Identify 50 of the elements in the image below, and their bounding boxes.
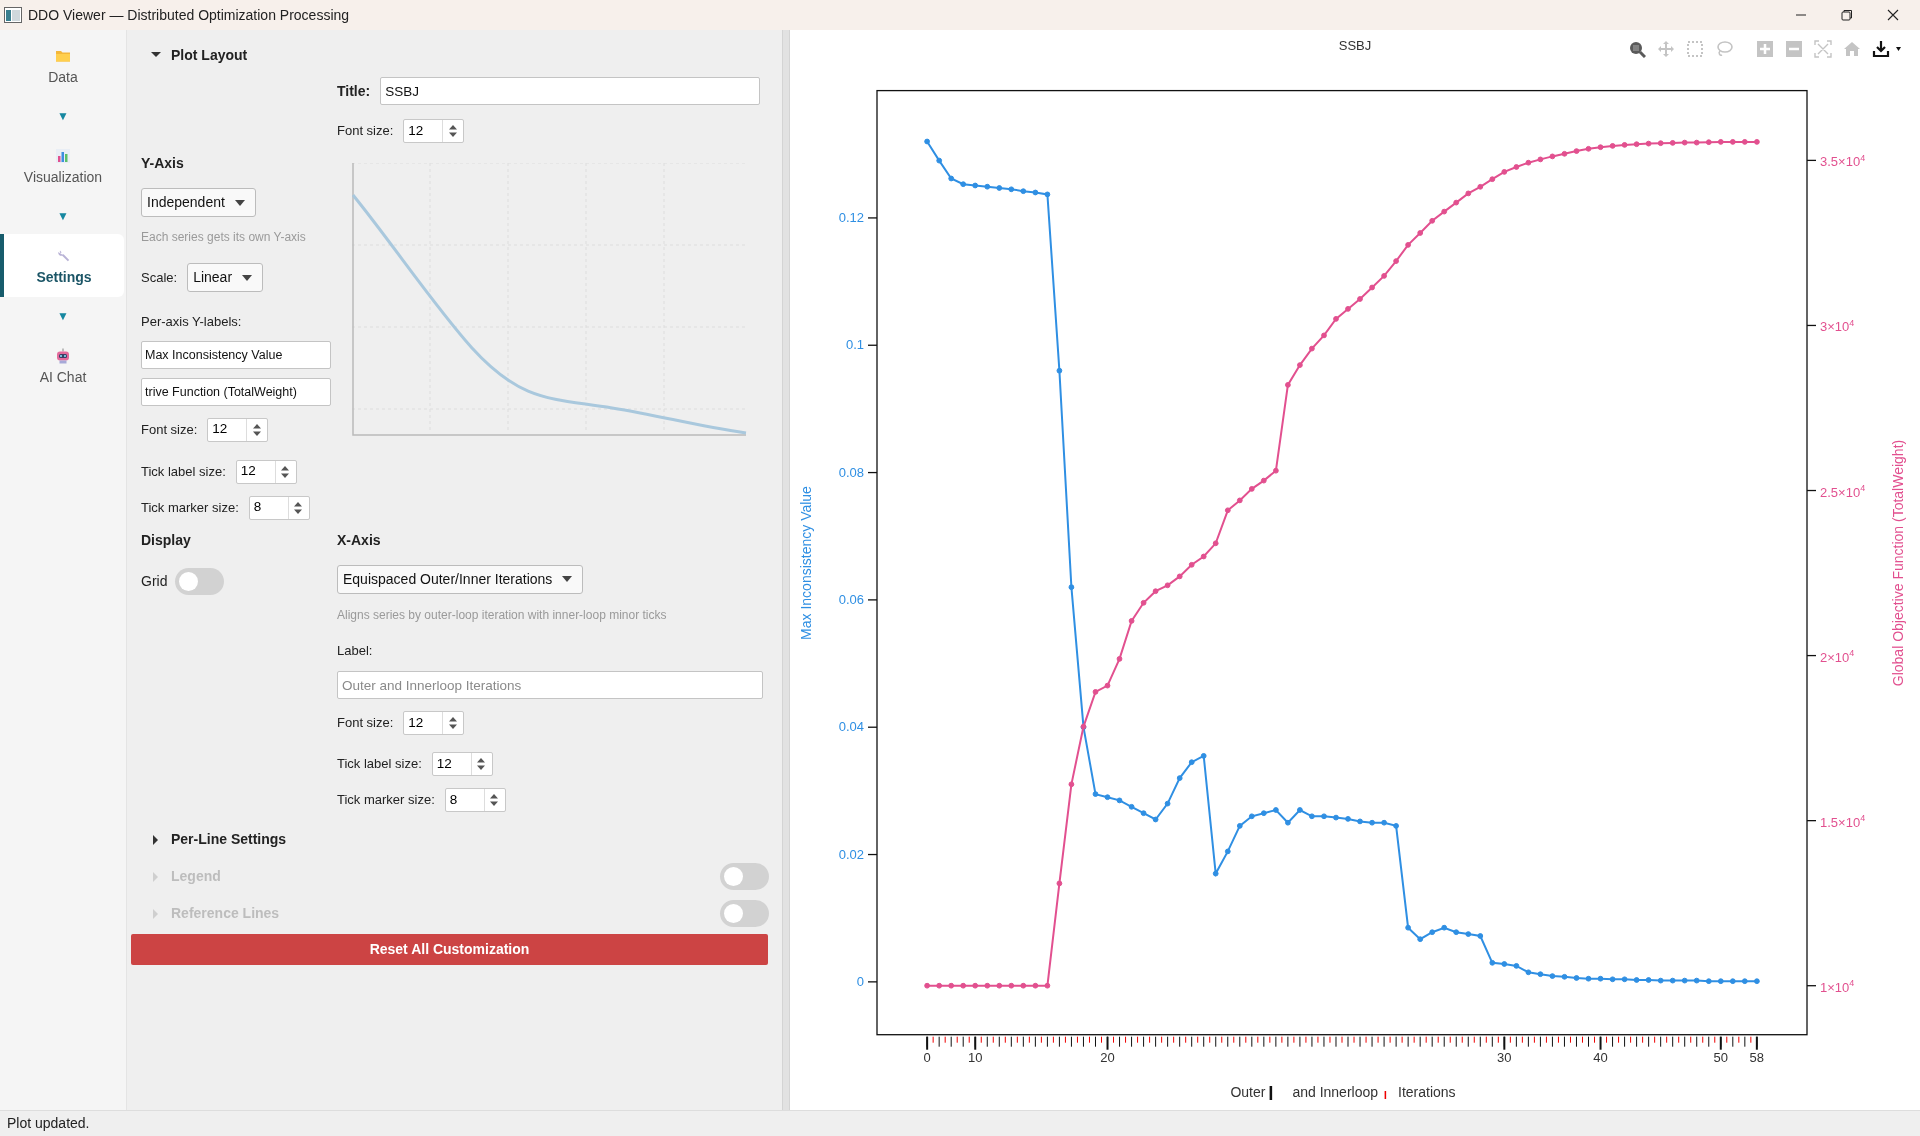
axis-tick-label: 1.5×10$^{4}$ bbox=[1820, 814, 1866, 831]
axis-tick-label: 40 bbox=[1593, 1050, 1608, 1066]
field-label: Label: bbox=[337, 641, 374, 660]
axis-tick-label: 0 bbox=[923, 1050, 931, 1066]
axis-tick-label: 1×10$^{4}$ bbox=[1820, 979, 1855, 996]
hint-text: Each series gets its own Y-axis bbox=[141, 229, 307, 245]
field-label: Title: bbox=[337, 81, 371, 101]
axis-tick-label: 0.12 bbox=[838, 209, 864, 226]
axis-tick-label: 3×10$^{4}$ bbox=[1820, 319, 1855, 336]
field-label: Font size: bbox=[337, 122, 394, 141]
axis-tick-label: 58 bbox=[1749, 1050, 1765, 1066]
section-title: Plot Layout bbox=[171, 45, 248, 65]
section-heading: Y-Axis bbox=[141, 154, 185, 173]
section-title: Per-Line Settings bbox=[171, 830, 287, 849]
field-label: Per-axis Y-labels: bbox=[141, 313, 243, 331]
step-arrow: ▼ bbox=[57, 207, 69, 225]
axis-tick-label: 2.5×10$^{4}$ bbox=[1820, 484, 1866, 501]
field-label: Font size: bbox=[141, 420, 198, 439]
axis-tick-label: 0.02 bbox=[838, 846, 864, 863]
field-label: Grid bbox=[141, 571, 168, 591]
step-arrow: ▼ bbox=[57, 307, 69, 325]
axis-title: Iterations bbox=[1398, 1083, 1456, 1102]
window-title: DDO Viewer — Distributed Optimization Processing bbox=[28, 5, 350, 25]
axis-tick-label: 0.04 bbox=[838, 719, 864, 736]
axis-tick-label: 2×10$^{4}$ bbox=[1820, 649, 1855, 666]
axis-tick-label: 10 bbox=[968, 1050, 983, 1066]
axis-title: Max Inconsistency Value bbox=[798, 486, 814, 640]
axis-title: and Innerloop bbox=[1292, 1083, 1379, 1102]
axis-tick-label: 50 bbox=[1713, 1050, 1728, 1066]
axis-tick-label: 0.1 bbox=[845, 337, 864, 354]
chart-title: SSBJ bbox=[1338, 38, 1372, 54]
axis-tick-label: 0.06 bbox=[838, 591, 864, 608]
hint-text: Aligns series by outer-loop iteration with inner-loop minor ticks bbox=[337, 606, 668, 623]
axis-title: Global Objective Function (TotalWeight) bbox=[1890, 439, 1906, 687]
field-label: Tick marker size: bbox=[337, 791, 435, 810]
field-label: Font size: bbox=[337, 714, 394, 733]
section-heading: Display bbox=[141, 530, 192, 550]
field-label: Scale: bbox=[141, 268, 178, 287]
axis-tick-label: 30 bbox=[1497, 1050, 1512, 1066]
axis-tick-label: 0.08 bbox=[838, 464, 864, 481]
step-arrow: ▼ bbox=[57, 107, 69, 125]
status-message: Plot updated. bbox=[0, 1110, 1920, 1136]
field-label: Tick label size: bbox=[337, 755, 422, 774]
axis-tick-label: 0 bbox=[856, 973, 864, 990]
field-label: Tick label size: bbox=[141, 462, 226, 481]
field-label: Tick marker size: bbox=[141, 498, 239, 517]
section-heading: X-Axis bbox=[337, 530, 382, 550]
axis-title: Outer bbox=[1230, 1083, 1266, 1102]
axis-tick-label: 20 bbox=[1100, 1050, 1115, 1066]
axis-tick-label: 3.5×10$^{4}$ bbox=[1820, 154, 1866, 171]
